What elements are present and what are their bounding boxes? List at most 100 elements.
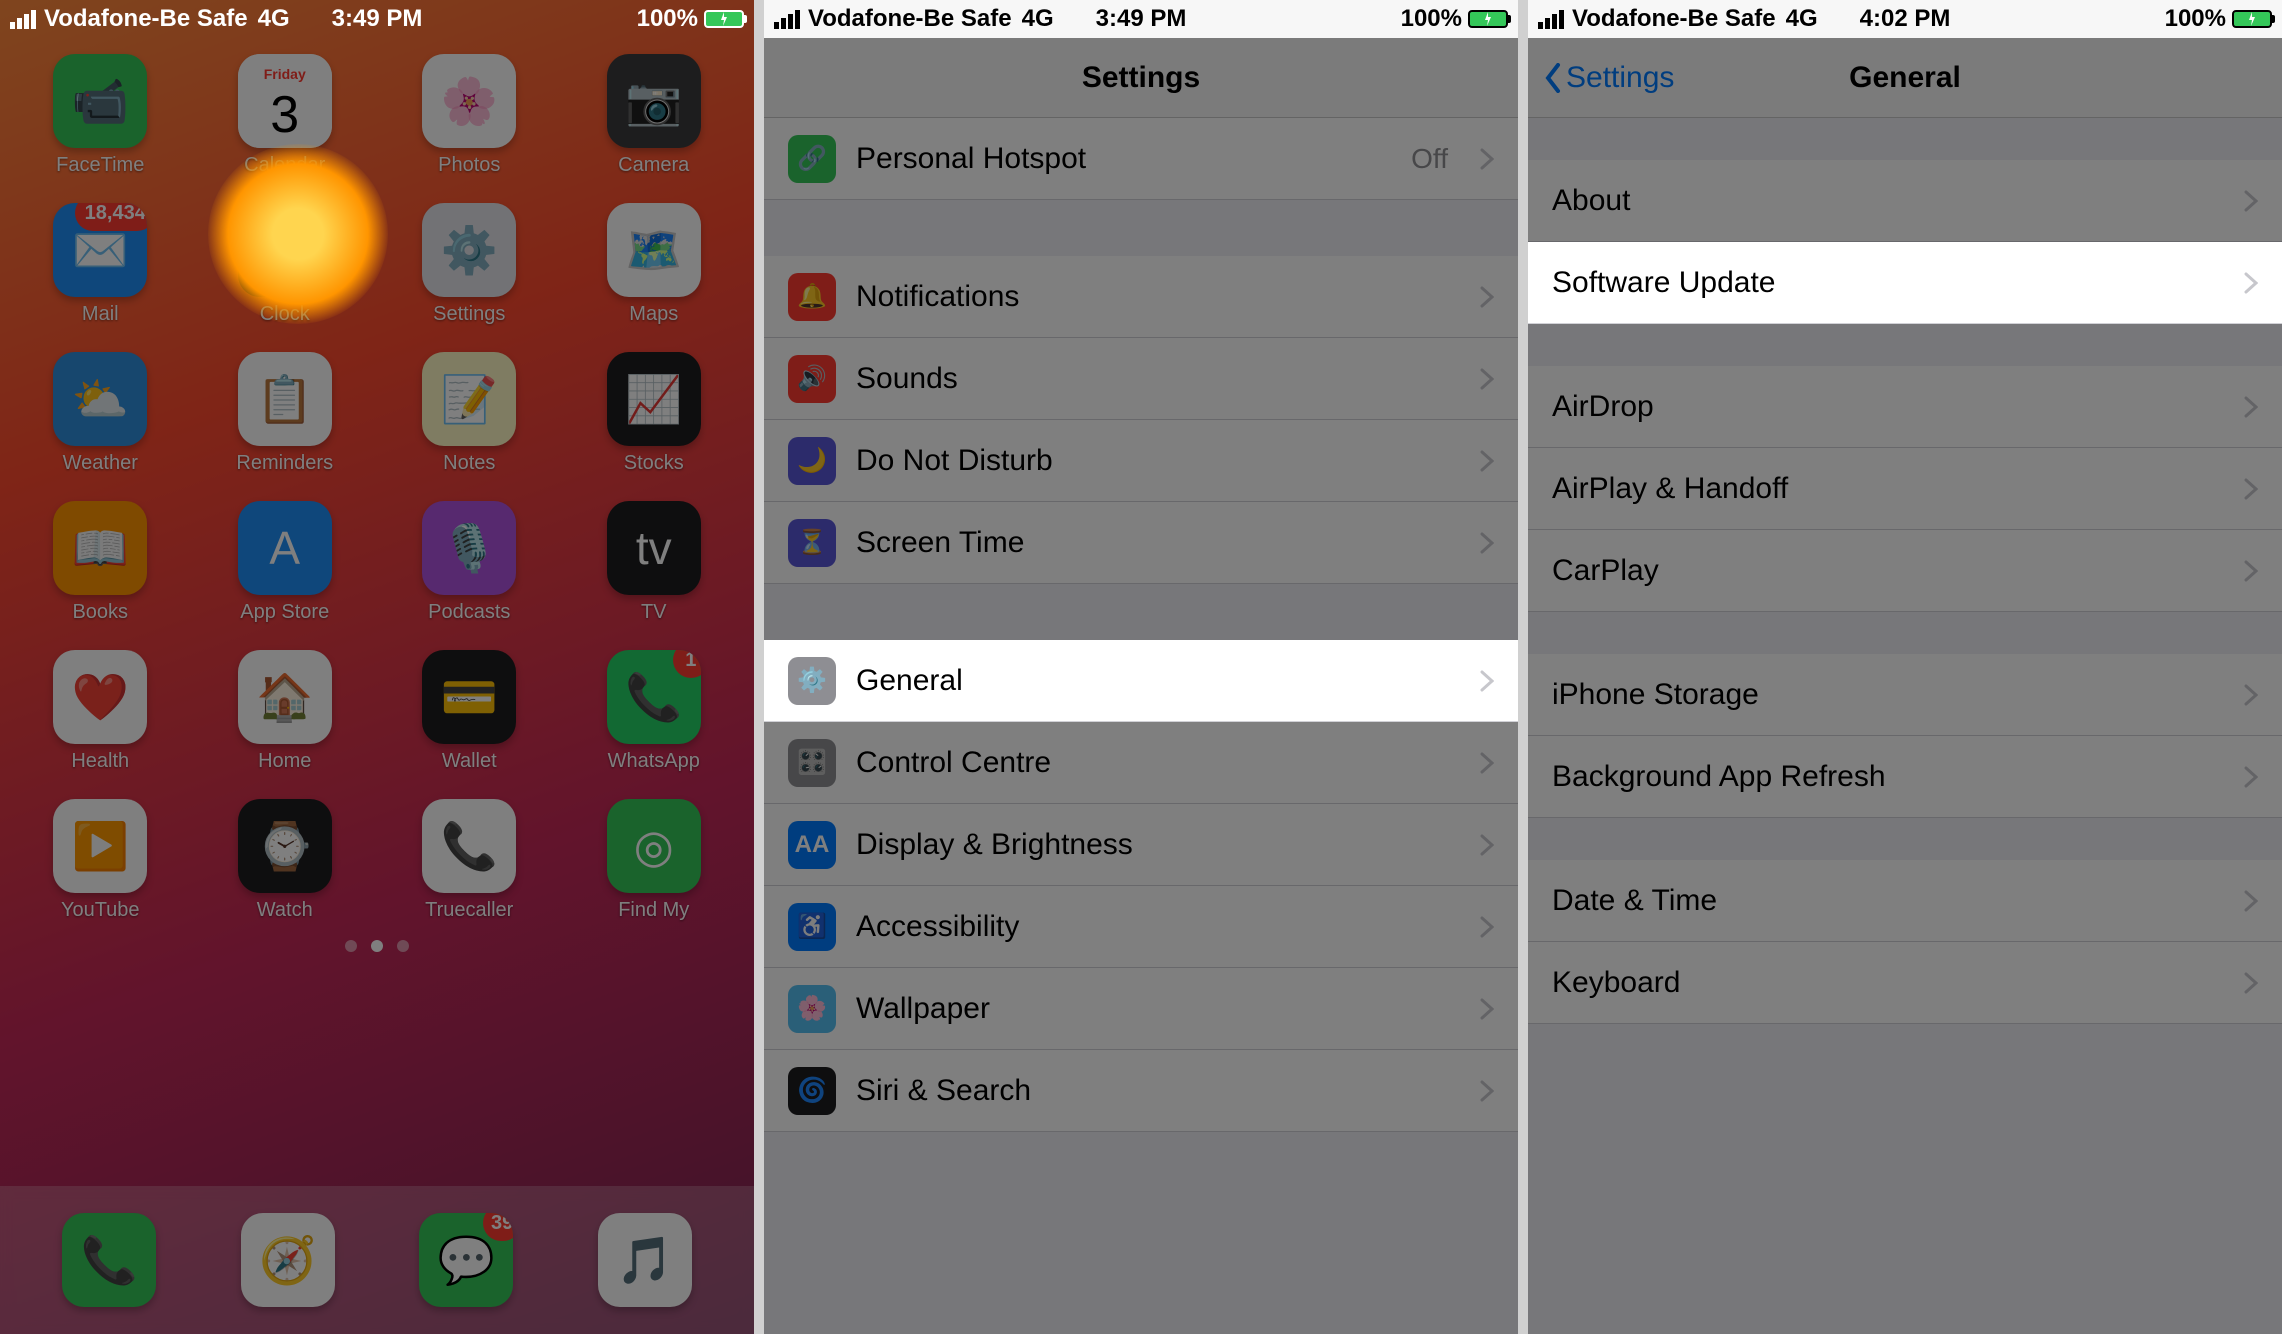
general-row-keyboard[interactable]: Keyboard [1528, 942, 2282, 1024]
app-home[interactable]: 🏠Home [203, 650, 368, 773]
row-label: Accessibility [856, 910, 1460, 944]
app-icon: 📖 [53, 501, 147, 595]
row-label: Siri & Search [856, 1074, 1460, 1108]
general-list[interactable]: AboutSoftware Update AirDropAirPlay & Han… [1528, 118, 2282, 1334]
carrier-label: Vodafone-Be Safe [44, 5, 248, 33]
app-mail[interactable]: ✉️18,434 Mail [18, 203, 183, 326]
chevron-left-icon [1544, 63, 1562, 93]
app-whatsapp[interactable]: 📞1WhatsApp [572, 650, 737, 773]
app-glyph: 📞 [625, 670, 682, 725]
app-facetime[interactable]: 📹FaceTime [18, 54, 183, 177]
app-glyph: 📞 [441, 819, 498, 874]
dock-app[interactable]: 💬39 [419, 1213, 513, 1307]
settings-row-siri-search[interactable]: 🌀 Siri & Search [764, 1050, 1518, 1132]
app-glyph: 💳 [441, 670, 498, 725]
app-find-my[interactable]: ◎Find My [572, 799, 737, 922]
app-icon: 📞 [422, 799, 516, 893]
row-icon: 🌀 [788, 1067, 836, 1115]
row-icon: 🎛️ [788, 739, 836, 787]
app-podcasts[interactable]: 🎙️Podcasts [387, 501, 552, 624]
app-label: Stocks [624, 452, 684, 475]
network-label: 4G [258, 5, 290, 33]
settings-row-screen-time[interactable]: ⏳Screen Time [764, 502, 1518, 584]
app-icon: ▶️ [53, 799, 147, 893]
app-label: TV [641, 601, 667, 624]
settings-row-sounds[interactable]: 🔊Sounds [764, 338, 1518, 420]
row-icon: ⚙️ [788, 657, 836, 705]
settings-row-wallpaper[interactable]: 🌸Wallpaper [764, 968, 1518, 1050]
app-notes[interactable]: 📝Notes [387, 352, 552, 475]
app-clock[interactable]: 🕙Clock [203, 203, 368, 326]
phone-home-screen: Vodafone-Be Safe 4G 3:49 PM 100% 📹FaceTi… [0, 0, 754, 1334]
app-glyph: ❤️ [72, 670, 129, 725]
app-books[interactable]: 📖Books [18, 501, 183, 624]
general-row-carplay[interactable]: CarPlay [1528, 530, 2282, 612]
row-icon: 🌸 [788, 985, 836, 1033]
settings-row-display-brightness[interactable]: AADisplay & Brightness [764, 804, 1518, 886]
settings-row-do-not-disturb[interactable]: 🌙Do Not Disturb [764, 420, 1518, 502]
app-calendar[interactable]: Friday3Calendar [203, 54, 368, 177]
app-truecaller[interactable]: 📞Truecaller [387, 799, 552, 922]
app-label: Mail [82, 303, 119, 326]
settings-row-general[interactable]: ⚙️General [764, 640, 1518, 722]
page-dots[interactable] [0, 940, 754, 952]
app-watch[interactable]: ⌚Watch [203, 799, 368, 922]
row-icon: 🔔 [788, 273, 836, 321]
app-icon: 💳 [422, 650, 516, 744]
battery-icon [704, 10, 744, 28]
app-icon: 🕙 [238, 203, 332, 297]
status-bar: Vodafone-Be Safe 4G 4:02 PM 100% [1528, 0, 2282, 38]
settings-row-control-centre[interactable]: 🎛️Control Centre [764, 722, 1518, 804]
status-time: 4:02 PM [1860, 5, 1951, 33]
general-row-iphone-storage[interactable]: iPhone Storage [1528, 654, 2282, 736]
row-icon: ♿ [788, 903, 836, 951]
app-glyph: 📞 [81, 1233, 138, 1288]
general-row-background-app-refresh[interactable]: Background App Refresh [1528, 736, 2282, 818]
settings-row-accessibility[interactable]: ♿ Accessibility [764, 886, 1518, 968]
app-settings[interactable]: ⚙️ Settings [387, 203, 552, 326]
app-icon: ✉️18,434 [53, 203, 147, 297]
dock-app[interactable]: 📞 [62, 1213, 156, 1307]
app-camera[interactable]: 📷Camera [572, 54, 737, 177]
app-icon: ⛅ [53, 352, 147, 446]
app-glyph: 🗺️ [625, 223, 682, 278]
app-tv[interactable]: tvTV [572, 501, 737, 624]
app-label: Watch [257, 899, 313, 922]
back-button[interactable]: Settings [1544, 61, 1674, 95]
page-dot [371, 940, 383, 952]
app-stocks[interactable]: 📈 Stocks [572, 352, 737, 475]
app-youtube[interactable]: ▶️YouTube [18, 799, 183, 922]
dock-app[interactable]: 🎵 [598, 1213, 692, 1307]
general-row-software-update[interactable]: Software Update [1528, 242, 2282, 324]
signal-bars-icon [1538, 10, 1564, 29]
app-icon: Friday3 [238, 54, 332, 148]
general-row-airplay-handoff[interactable]: AirPlay & Handoff [1528, 448, 2282, 530]
app-photos[interactable]: 🌸Photos [387, 54, 552, 177]
settings-row-personal-hotspot[interactable]: 🔗Personal HotspotOff [764, 118, 1518, 200]
chevron-right-icon [1480, 916, 1494, 938]
app-reminders[interactable]: 📋Reminders [203, 352, 368, 475]
chevron-right-icon [1480, 148, 1494, 170]
settings-row-notifications[interactable]: 🔔 Notifications [764, 256, 1518, 338]
status-time: 3:49 PM [332, 5, 423, 33]
app-label: Photos [438, 154, 500, 177]
settings-list[interactable]: 🔗Personal HotspotOff 🔔 Notifications 🔊Sound… [764, 118, 1518, 1334]
calendar-day-label: Friday [238, 54, 332, 82]
app-wallet[interactable]: 💳Wallet [387, 650, 552, 773]
row-label: Keyboard [1552, 966, 2224, 1000]
status-time: 3:49 PM [1096, 5, 1187, 33]
app-icon: 📞1 [607, 650, 701, 744]
dock-app[interactable]: 🧭 [241, 1213, 335, 1307]
general-row-date-time[interactable]: Date & Time [1528, 860, 2282, 942]
app-glyph: 📈 [625, 372, 682, 427]
row-label: Notifications [856, 280, 1460, 314]
app-glyph: 💬 [438, 1233, 495, 1288]
app-glyph: ⚙️ [441, 223, 498, 278]
app-health[interactable]: ❤️Health [18, 650, 183, 773]
app-maps[interactable]: 🗺️Maps [572, 203, 737, 326]
app-label: Settings [433, 303, 505, 326]
app-app-store[interactable]: AApp Store [203, 501, 368, 624]
general-row-airdrop[interactable]: AirDrop [1528, 366, 2282, 448]
app-weather[interactable]: ⛅Weather [18, 352, 183, 475]
general-row-about[interactable]: About [1528, 160, 2282, 242]
